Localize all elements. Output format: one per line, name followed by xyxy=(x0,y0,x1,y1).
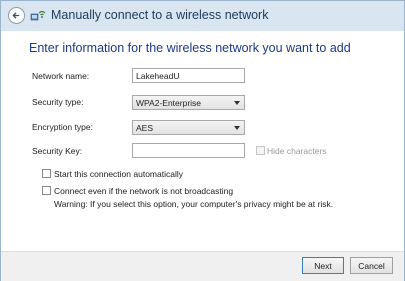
wireless-network-icon xyxy=(30,10,46,21)
hide-characters-label: Hide characters xyxy=(267,146,327,156)
cancel-button[interactable]: Cancel xyxy=(350,257,393,274)
window-title: Manually connect to a wireless network xyxy=(51,8,269,22)
network-name-label: Network name: xyxy=(32,71,90,81)
back-button[interactable] xyxy=(8,7,25,24)
security-key-field[interactable] xyxy=(132,143,245,158)
title-bar: Manually connect to a wireless network xyxy=(1,1,404,31)
privacy-warning-text: Warning: If you select this option, your… xyxy=(54,199,334,209)
encryption-type-value: AES xyxy=(136,123,154,133)
chevron-down-icon xyxy=(234,101,240,105)
connect-even-not-broadcasting-label: Connect even if the network is not broad… xyxy=(54,186,234,196)
encryption-type-dropdown[interactable]: AES xyxy=(132,120,245,135)
next-button[interactable]: Next xyxy=(302,257,344,274)
encryption-type-label: Encryption type: xyxy=(32,122,93,132)
security-type-dropdown[interactable]: WPA2-Enterprise xyxy=(132,95,245,110)
security-key-label: Security Key: xyxy=(32,146,83,156)
start-automatically-label: Start this connection automatically xyxy=(54,169,183,179)
security-type-value: WPA2-Enterprise xyxy=(136,98,202,108)
wireless-dialog-window: Manually connect to a wireless network E… xyxy=(0,0,405,281)
start-automatically-checkbox[interactable] xyxy=(42,169,51,178)
network-name-field[interactable]: LakeheadU xyxy=(132,68,245,83)
hide-characters-checkbox[interactable] xyxy=(256,146,265,155)
page-heading: Enter information for the wireless netwo… xyxy=(29,41,351,55)
connect-even-not-broadcasting-checkbox[interactable] xyxy=(42,186,51,195)
chevron-down-icon xyxy=(234,126,240,130)
back-arrow-icon xyxy=(12,12,20,19)
security-type-label: Security type: xyxy=(32,97,84,107)
